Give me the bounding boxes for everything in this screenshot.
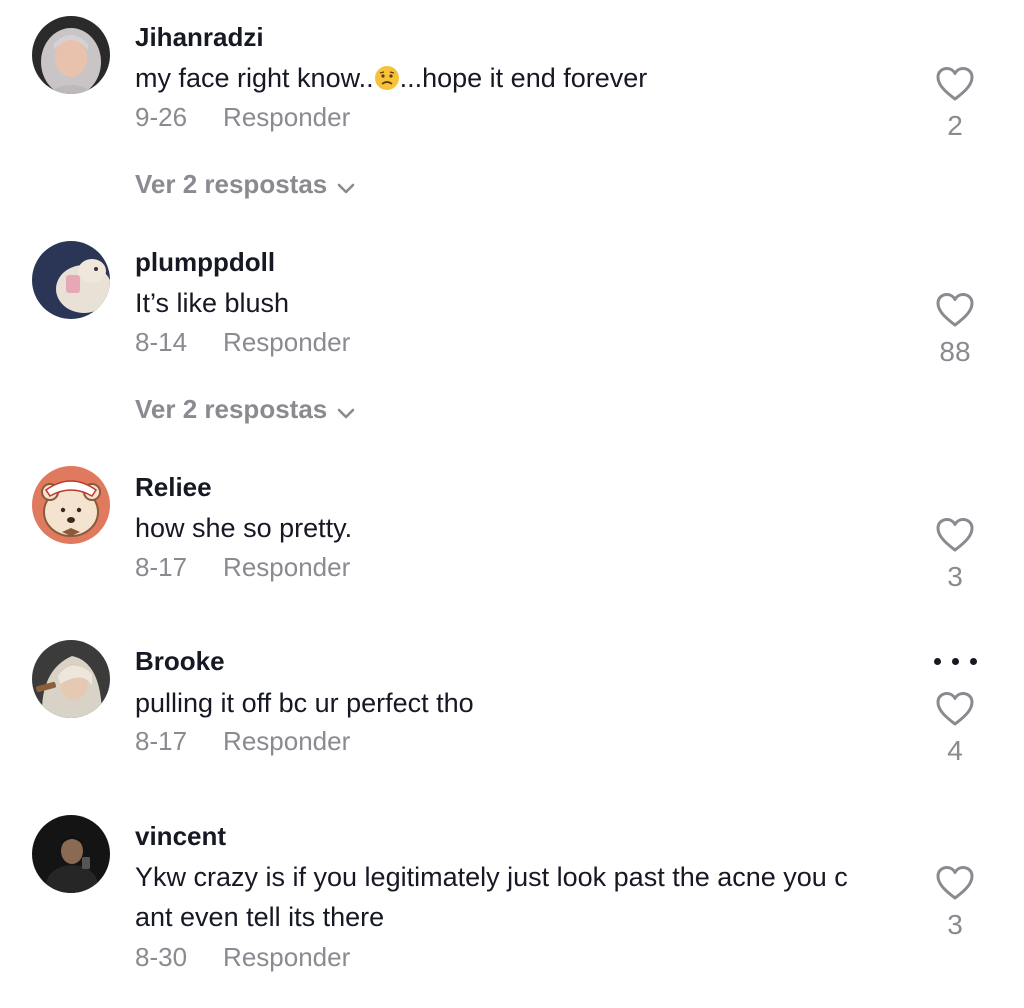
view-replies-label: Ver 2 respostas: [135, 169, 328, 199]
comment-text-part: my face right know..: [135, 63, 374, 93]
comment-text: pulling it off bc ur perfect tho: [135, 688, 474, 718]
like-count: 88: [939, 336, 971, 367]
reply-button[interactable]: Responder: [223, 327, 350, 357]
heart-outline-icon: [936, 518, 974, 552]
heart-outline-icon: [936, 692, 974, 726]
comment-text-line: ant even tell its there: [135, 902, 385, 932]
reply-button[interactable]: Responder: [223, 102, 350, 132]
comment-date: 9-26: [135, 102, 188, 132]
comment-date: 8-30: [135, 942, 188, 972]
like-button[interactable]: 3: [932, 865, 978, 941]
like-button[interactable]: 2: [932, 66, 978, 142]
more-options-icon[interactable]: [934, 654, 978, 668]
reply-button[interactable]: Responder: [223, 552, 350, 582]
username[interactable]: Jihanradzi: [135, 22, 264, 53]
comment-text: how she so pretty.: [135, 513, 353, 543]
chevron-down-icon: [337, 171, 355, 202]
like-button[interactable]: 3: [932, 517, 978, 593]
comment-date: 8-17: [135, 726, 188, 756]
like-count: 3: [947, 561, 963, 592]
comment-meta: 8-17 Responder: [135, 552, 350, 583]
like-count: 2: [947, 110, 963, 141]
view-replies-label: Ver 2 respostas: [135, 394, 328, 424]
avatar[interactable]: [32, 640, 110, 718]
heart-outline-icon: [936, 866, 974, 900]
comment-text: my face right know.. ...hope it end forev…: [135, 58, 905, 98]
comment-text-part: ...hope it end forever: [399, 63, 648, 93]
like-count: 3: [947, 909, 963, 940]
comment-text-line: Ykw crazy is if you legitimately just lo…: [135, 862, 848, 892]
like-count: 4: [947, 735, 963, 766]
comment-meta: 8-17 Responder: [135, 726, 350, 757]
avatar[interactable]: [32, 241, 110, 319]
view-replies-button[interactable]: Ver 2 respostas: [135, 394, 355, 427]
like-button[interactable]: 88: [932, 292, 978, 368]
avatar[interactable]: [32, 16, 110, 94]
comment-meta: 8-30 Responder: [135, 942, 350, 973]
comment-date: 8-14: [135, 327, 188, 357]
reply-button[interactable]: Responder: [223, 942, 350, 972]
chevron-down-icon: [337, 396, 355, 427]
username[interactable]: plumppdoll: [135, 247, 275, 278]
comment-meta: 8-14 Responder: [135, 327, 350, 358]
username[interactable]: vincent: [135, 821, 226, 852]
heart-outline-icon: [936, 67, 974, 101]
comment-date: 8-17: [135, 552, 188, 582]
username[interactable]: Brooke: [135, 646, 225, 677]
comment-meta: 9-26 Responder: [135, 102, 350, 133]
avatar[interactable]: [32, 466, 110, 544]
view-replies-button[interactable]: Ver 2 respostas: [135, 169, 355, 202]
avatar[interactable]: [32, 815, 110, 893]
comment-text: Ykw crazy is if you legitimately just lo…: [135, 857, 905, 937]
heart-outline-icon: [936, 293, 974, 327]
reply-button[interactable]: Responder: [223, 726, 350, 756]
worried-face-icon: [374, 62, 400, 90]
comment-text: It’s like blush: [135, 288, 290, 318]
like-button[interactable]: 4: [932, 691, 978, 767]
username[interactable]: Reliee: [135, 472, 212, 503]
